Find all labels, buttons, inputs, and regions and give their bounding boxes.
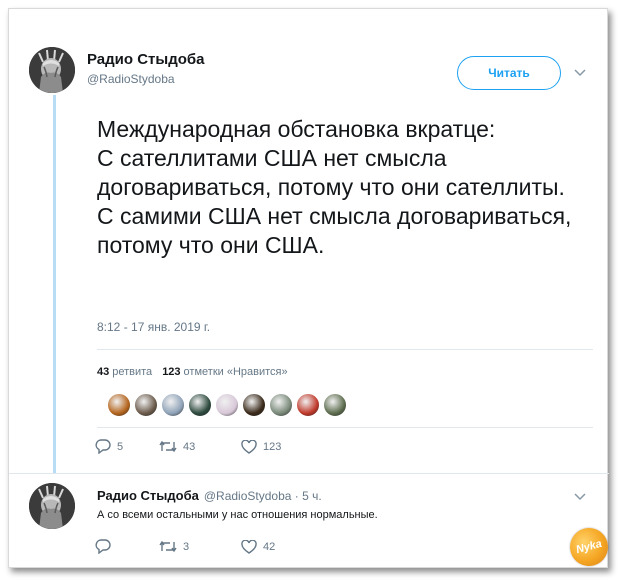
thread-line (53, 95, 56, 473)
engagement-stats: 43 ретвита 123 отметки «Нравится» (97, 366, 288, 378)
reply-text: А со всеми остальными у нас отношения но… (97, 509, 378, 521)
reply-icon (95, 539, 111, 554)
liker-avatar[interactable] (269, 393, 293, 417)
author-name[interactable]: Радио Стыдоба (87, 51, 205, 68)
tweet-text: Международная обстановка вкратце: С сате… (97, 116, 572, 258)
reply-icon (95, 439, 111, 454)
liker-avatar[interactable] (134, 393, 158, 417)
chevron-down-icon[interactable] (574, 69, 586, 77)
liker-avatar[interactable] (107, 393, 131, 417)
liker-avatar[interactable] (161, 393, 185, 417)
reply-actions: 3 42 (95, 539, 275, 554)
likes-label: отметки «Нравится» (183, 366, 288, 378)
liker-avatar[interactable] (242, 393, 266, 417)
watermark-logo: Nyka (565, 523, 613, 571)
likes-count: 123 (162, 366, 181, 378)
like-count: 42 (263, 540, 276, 553)
likers-avatars (107, 393, 347, 417)
like-count: 123 (263, 440, 282, 453)
statue-of-liberty-icon (29, 47, 75, 93)
author-handle[interactable]: @RadioStydoba (87, 72, 175, 86)
retweet-count: 43 (183, 440, 196, 453)
retweets-count: 43 (97, 366, 110, 378)
like-action[interactable]: 123 (241, 439, 282, 454)
chevron-down-icon[interactable] (574, 493, 586, 501)
likes-stat[interactable]: 123 отметки «Нравится» (162, 366, 287, 378)
tweet-actions: 5 43 123 (95, 439, 281, 454)
retweets-stat[interactable]: 43 ретвита (97, 366, 152, 378)
reply-author-avatar[interactable] (29, 483, 75, 529)
reply-count: 5 (117, 440, 124, 453)
retweet-icon (159, 540, 177, 553)
tweet-screenshot-frame: Радио Стыдоба @RadioStydoba Читать Между… (8, 8, 613, 571)
reply-author-handle[interactable]: @RadioStydoba · 5 ч. (204, 489, 322, 503)
liker-avatar[interactable] (188, 393, 212, 417)
follow-button[interactable]: Читать (457, 56, 561, 90)
reply-header: Радио Стыдоба @RadioStydoba · 5 ч. (97, 488, 322, 503)
divider (97, 427, 593, 428)
author-avatar[interactable] (29, 47, 75, 93)
retweet-action[interactable]: 3 (159, 540, 241, 553)
liker-avatar[interactable] (296, 393, 320, 417)
retweet-count: 3 (183, 540, 190, 553)
retweet-icon (159, 440, 177, 453)
reply-action[interactable]: 5 (95, 439, 159, 454)
heart-icon (241, 439, 257, 454)
divider (9, 473, 609, 474)
retweet-action[interactable]: 43 (159, 440, 241, 453)
like-action[interactable]: 42 (241, 539, 276, 554)
statue-of-liberty-icon (29, 483, 75, 529)
retweets-label: ретвита (112, 366, 153, 378)
liker-avatar[interactable] (323, 393, 347, 417)
liker-avatar[interactable] (215, 393, 239, 417)
heart-icon (241, 539, 257, 554)
divider (97, 349, 593, 350)
reply-author-name[interactable]: Радио Стыдоба (97, 488, 199, 503)
reply-action[interactable] (95, 539, 159, 554)
tweet-timestamp[interactable]: 8:12 - 17 янв. 2019 г. (97, 320, 210, 334)
